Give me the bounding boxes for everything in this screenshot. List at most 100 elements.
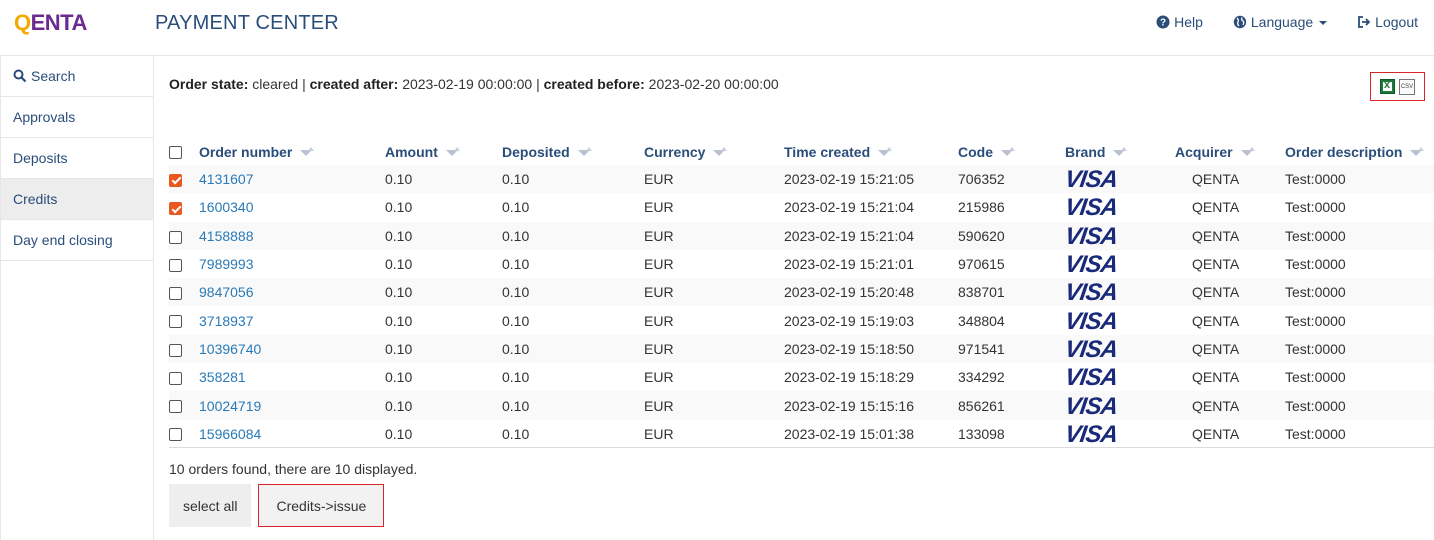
column-header-acquirer[interactable]: Acquirer bbox=[1175, 138, 1285, 165]
column-header-time-created[interactable]: Time created bbox=[784, 138, 958, 165]
row-checkbox[interactable] bbox=[169, 400, 182, 414]
qenta-logo[interactable]: Q ENTA bbox=[14, 10, 87, 36]
select-all-button[interactable]: select all bbox=[169, 484, 252, 527]
column-header-currency[interactable]: Currency bbox=[644, 138, 784, 165]
row-checkbox[interactable] bbox=[169, 202, 182, 216]
row-checkbox[interactable] bbox=[169, 287, 182, 301]
sidebar-item-approvals[interactable]: Approvals bbox=[1, 97, 153, 138]
table-header-row: Order number Amount Deposited Currency T… bbox=[169, 138, 1434, 165]
currency-cell: EUR bbox=[644, 391, 784, 420]
column-header-order-number[interactable]: Order number bbox=[199, 138, 385, 165]
row-checkbox[interactable] bbox=[169, 258, 182, 272]
row-checkbox[interactable] bbox=[169, 315, 182, 329]
order-description-cell: Test:0000 bbox=[1285, 165, 1434, 194]
order-number-link[interactable]: 1600340 bbox=[199, 199, 254, 215]
filter-state-label: Order state: bbox=[169, 76, 249, 92]
select-all-checkbox[interactable] bbox=[169, 146, 182, 160]
top-nav: ? Help Language Logout bbox=[1156, 14, 1418, 30]
order-number-link[interactable]: 10396740 bbox=[199, 341, 261, 357]
credits-issue-button[interactable]: Credits->issue bbox=[258, 484, 385, 527]
sidebar-item-day-end-closing[interactable]: Day end closing bbox=[1, 220, 153, 261]
visa-logo: VISA bbox=[1063, 222, 1119, 250]
column-label: Order number bbox=[199, 143, 293, 160]
time-created-cell: 2023-02-19 15:21:01 bbox=[784, 250, 958, 278]
time-created-value: 2023-02-19 15:21:05 bbox=[784, 171, 914, 188]
order-number-link[interactable]: 15966084 bbox=[199, 426, 261, 442]
amount-value: 0.10 bbox=[385, 256, 413, 273]
sidebar-item-deposits[interactable]: Deposits bbox=[1, 138, 153, 179]
row-checkbox-cell bbox=[169, 193, 199, 221]
currency-value: EUR bbox=[644, 199, 674, 216]
order-number-link[interactable]: 10024719 bbox=[199, 398, 261, 414]
amount-cell: 0.10 bbox=[385, 193, 502, 221]
order-number-link[interactable]: 3718937 bbox=[199, 313, 254, 329]
help-label: Help bbox=[1174, 14, 1203, 30]
code-value: 133098 bbox=[958, 425, 1005, 442]
order-number-cell: 15966084 bbox=[199, 419, 385, 449]
time-created-value: 2023-02-19 15:15:16 bbox=[784, 397, 914, 414]
code-cell: 348804 bbox=[958, 306, 1065, 334]
column-label: Acquirer bbox=[1175, 143, 1233, 160]
select-all-checkbox-cell bbox=[169, 138, 199, 165]
sort-icon[interactable] bbox=[1240, 146, 1255, 158]
sort-icon[interactable] bbox=[445, 146, 460, 158]
help-link[interactable]: ? Help bbox=[1156, 14, 1203, 30]
sort-icon[interactable] bbox=[300, 146, 315, 158]
acquirer-value: QENTA bbox=[1192, 199, 1240, 216]
brand-cell: VISA bbox=[1063, 363, 1175, 391]
column-header-order-description[interactable]: Order description bbox=[1285, 138, 1434, 165]
language-dropdown[interactable]: Language bbox=[1233, 14, 1328, 30]
excel-icon[interactable] bbox=[1380, 79, 1395, 94]
sidebar-item-label: Credits bbox=[13, 191, 58, 207]
currency-cell: EUR bbox=[644, 334, 784, 364]
amount-cell: 0.10 bbox=[385, 363, 502, 391]
deposited-cell: 0.10 bbox=[502, 193, 644, 221]
currency-cell: EUR bbox=[644, 278, 784, 307]
deposited-value: 0.10 bbox=[502, 397, 530, 414]
deposited-cell: 0.10 bbox=[502, 278, 644, 307]
sort-icon[interactable] bbox=[1113, 146, 1128, 158]
column-label: Brand bbox=[1065, 143, 1106, 160]
row-checkbox[interactable] bbox=[169, 372, 182, 386]
row-checkbox[interactable] bbox=[169, 230, 182, 244]
csv-icon[interactable]: CSV bbox=[1399, 78, 1415, 95]
column-header-amount[interactable]: Amount bbox=[385, 138, 502, 165]
amount-value: 0.10 bbox=[385, 284, 413, 301]
currency-value: EUR bbox=[644, 312, 674, 329]
order-number-link[interactable]: 358281 bbox=[199, 369, 246, 385]
sort-icon[interactable] bbox=[713, 146, 728, 158]
acquirer-cell: QENTA bbox=[1175, 278, 1285, 307]
orders-table-body: 4131607 0.10 0.10 EUR 2023-02-19 15:21:05 706… bbox=[169, 165, 1434, 449]
sort-icon[interactable] bbox=[1001, 146, 1015, 158]
order-description-value: Test:0000 bbox=[1285, 340, 1346, 357]
column-header-deposited[interactable]: Deposited bbox=[502, 138, 644, 165]
row-checkbox[interactable] bbox=[169, 173, 182, 187]
column-header-code[interactable]: Code bbox=[958, 138, 1065, 165]
sort-icon[interactable] bbox=[878, 146, 893, 158]
time-created-cell: 2023-02-19 15:21:04 bbox=[784, 193, 958, 221]
acquirer-value: QENTA bbox=[1192, 227, 1240, 244]
sidebar-item-credits[interactable]: Credits bbox=[1, 179, 153, 220]
logout-link[interactable]: Logout bbox=[1357, 14, 1418, 30]
time-created-value: 2023-02-19 15:18:50 bbox=[784, 340, 914, 357]
row-checkbox[interactable] bbox=[169, 343, 182, 357]
sort-icon[interactable] bbox=[1410, 146, 1425, 158]
order-number-link[interactable]: 7989993 bbox=[199, 256, 254, 272]
acquirer-value: QENTA bbox=[1192, 284, 1240, 301]
time-created-cell: 2023-02-19 15:20:48 bbox=[784, 278, 958, 307]
order-number-link[interactable]: 4158888 bbox=[199, 228, 254, 244]
order-number-link[interactable]: 4131607 bbox=[199, 171, 254, 187]
time-created-cell: 2023-02-19 15:18:50 bbox=[784, 334, 958, 364]
column-header-brand[interactable]: Brand bbox=[1065, 138, 1175, 165]
row-checkbox[interactable] bbox=[169, 428, 182, 442]
order-description-cell: Test:0000 bbox=[1285, 391, 1434, 420]
sort-icon[interactable] bbox=[577, 146, 592, 158]
brand-cell: VISA bbox=[1063, 193, 1175, 221]
logo-q: Q bbox=[14, 10, 31, 35]
sidebar-item-search[interactable]: Search bbox=[1, 56, 153, 97]
filter-summary: Order state: cleared | created after: 20… bbox=[169, 76, 779, 92]
order-number-link[interactable]: 9847056 bbox=[199, 284, 254, 300]
order-description-cell: Test:0000 bbox=[1285, 221, 1434, 250]
main-content: Order state: cleared | created after: 20… bbox=[169, 56, 1434, 540]
visa-logo: VISA bbox=[1063, 392, 1119, 420]
